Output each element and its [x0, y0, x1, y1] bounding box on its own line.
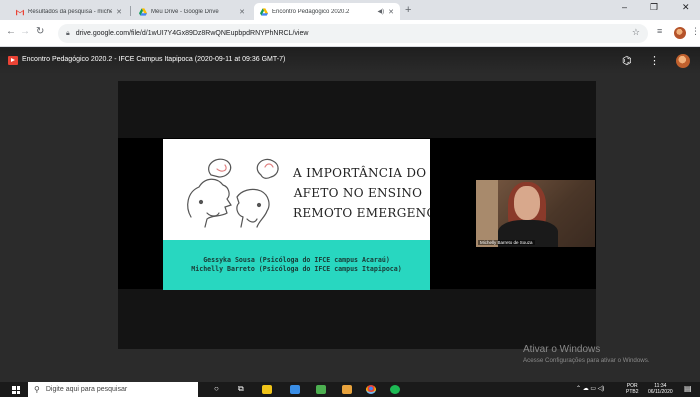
notifications-icon[interactable]: ▤ — [684, 384, 692, 393]
video-letterbox-top — [118, 81, 596, 138]
tab-strip: Resultados da pesquisa - michel ✕ Meu Dr… — [0, 0, 700, 20]
file-explorer-icon[interactable] — [262, 385, 272, 394]
clock-date: 06/11/2020 — [648, 389, 673, 395]
open-with-drive-icon[interactable]: ⌬ — [622, 54, 632, 67]
drive-icon — [260, 7, 268, 16]
slide-title-line: A IMPORTÂNCIA DO — [293, 166, 427, 180]
bookmark-star-icon[interactable]: ☆ — [632, 27, 640, 38]
language-sub: PTB2 — [626, 389, 639, 395]
language-indicator[interactable]: POR PTB2 — [626, 383, 639, 395]
chrome-menu-icon[interactable]: ⋮ — [691, 26, 700, 37]
address-bar[interactable]: 🔒︎ drive.google.com/file/d/1wUI7Y4Gx89Dz… — [58, 24, 648, 43]
viewer-header: Encontro Pedagógico 2020.2 - IFCE Campus… — [0, 48, 700, 74]
participant-name: Michelly Barreto de Souza — [478, 240, 535, 245]
maximize-button[interactable]: ❐ — [650, 2, 658, 13]
reading-list-icon[interactable]: ≡ — [657, 26, 662, 36]
account-avatar[interactable] — [676, 54, 690, 68]
participant-camera: Michelly Barreto de Souza — [476, 180, 595, 247]
file-title: Encontro Pedagógico 2020.2 - IFCE Campus… — [22, 56, 286, 63]
slide-title-line: REMOTO EMERGENCIAL — [293, 206, 430, 220]
close-window-button[interactable]: ✕ — [682, 2, 690, 13]
tab-close-icon[interactable]: ✕ — [116, 8, 122, 16]
slide-title: A IMPORTÂNCIA DO AFETO NO ENSINO REMOTO … — [293, 163, 430, 223]
more-actions-icon[interactable]: ⋮ — [649, 54, 660, 67]
tab-gmail[interactable]: Resultados da pesquisa - michel ✕ — [10, 3, 128, 20]
search-placeholder: Digite aqui para pesquisar — [45, 386, 128, 393]
browser-toolbar: ← → ↻ 🔒︎ drive.google.com/file/d/1wUI7Y4… — [0, 20, 700, 47]
spotify-icon[interactable] — [390, 385, 400, 394]
tray-icons[interactable]: ⌃ ☁ ▭ ◁) — [576, 385, 604, 392]
video-letterbox-bottom — [118, 289, 596, 349]
reload-icon[interactable]: ↻ — [36, 26, 44, 37]
cortana-icon[interactable]: ○ — [214, 384, 219, 393]
tab-title: Meu Drive - Google Drive — [151, 8, 219, 15]
presenter-1: Gessyka Sousa (Psicóloga do IFCE campus … — [203, 256, 390, 264]
tab-close-icon[interactable]: ✕ — [388, 8, 394, 16]
app-icon[interactable] — [316, 385, 326, 394]
profile-avatar[interactable] — [674, 27, 686, 39]
search-icon: ⚲ — [34, 385, 40, 394]
store-icon[interactable] — [290, 385, 300, 394]
illustration-heads — [187, 158, 279, 228]
participant-face — [514, 186, 540, 220]
lock-icon[interactable]: 🔒︎ — [66, 30, 70, 38]
tab-encontro-pedagogico[interactable]: Encontro Pedagógico 2020.2 ◀) ✕ — [254, 3, 400, 20]
chrome-icon[interactable] — [366, 385, 376, 394]
video-file-icon — [8, 56, 18, 65]
gmail-icon — [16, 9, 24, 15]
taskbar-search[interactable]: ⚲ Digite aqui para pesquisar — [28, 382, 198, 397]
back-icon[interactable]: ← — [6, 26, 16, 37]
camera-background — [476, 180, 498, 247]
clock[interactable]: 11:34 06/11/2020 — [648, 383, 673, 395]
audio-icon[interactable]: ◀) — [378, 8, 385, 15]
task-view-icon[interactable]: ⧉ — [238, 384, 244, 394]
url-text[interactable]: drive.google.com/file/d/1wUI7Y4Gx89Dz8Rw… — [76, 30, 309, 37]
new-tab-button[interactable]: + — [405, 4, 411, 16]
forward-icon[interactable]: → — [20, 26, 30, 37]
slide-title-line: AFETO NO ENSINO — [293, 186, 423, 200]
drive-icon — [139, 7, 147, 16]
activation-watermark-title: Ativar o Windows — [523, 344, 601, 355]
activation-watermark-subtitle: Acesse Configurações para ativar o Windo… — [523, 357, 650, 364]
windows-taskbar: ⚲ Digite aqui para pesquisar ○ ⧉ ⌃ ☁ ▭ ◁… — [0, 382, 700, 397]
windows-start-icon[interactable] — [12, 386, 20, 394]
tab-close-icon[interactable]: ✕ — [239, 8, 245, 16]
presentation-slide: A IMPORTÂNCIA DO AFETO NO ENSINO REMOTO … — [163, 139, 430, 290]
tab-meu-drive[interactable]: Meu Drive - Google Drive ✕ — [133, 3, 251, 20]
presenter-2: Michelly Barreto (Psicóloga do IFCE camp… — [191, 265, 402, 273]
minimize-button[interactable]: – — [622, 2, 627, 12]
tab-title: Encontro Pedagógico 2020.2 — [272, 8, 350, 15]
tab-separator — [130, 6, 131, 16]
tab-title: Resultados da pesquisa - michel — [28, 8, 113, 15]
presenters-band: Gessyka Sousa (Psicóloga do IFCE campus … — [163, 240, 430, 290]
app-icon[interactable] — [342, 385, 352, 394]
